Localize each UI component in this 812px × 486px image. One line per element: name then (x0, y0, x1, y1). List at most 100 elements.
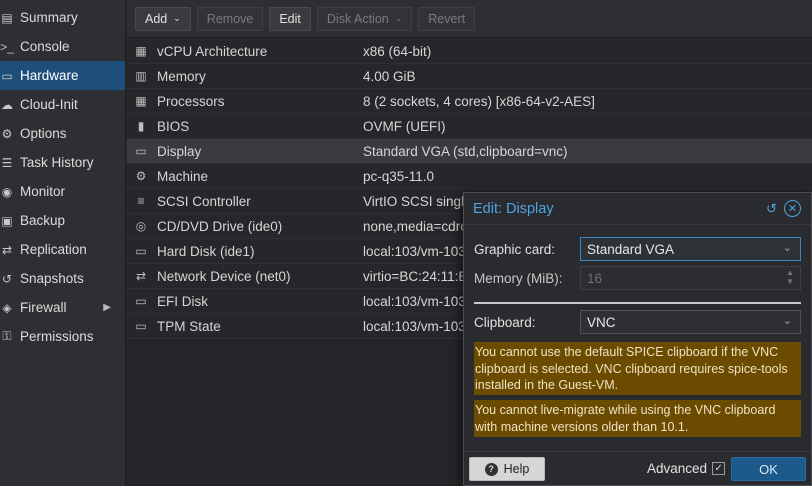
sidebar-item-backup[interactable]: ▣ Backup (0, 206, 125, 235)
sidebar-item-label: Console (20, 39, 70, 54)
advanced-toggle[interactable]: Advanced ✓ (647, 461, 726, 476)
hardware-name: Network Device (net0) (157, 268, 291, 284)
hardware-row[interactable]: ▥ Memory 4.00 GiB (127, 64, 812, 89)
chevron-down-icon[interactable]: ⌄ (783, 314, 792, 327)
memory-icon: ▥ (135, 69, 147, 83)
reset-icon[interactable]: ↺ (763, 200, 780, 217)
edit-button[interactable]: Edit (269, 6, 311, 31)
eye-icon: ◉ (1, 184, 13, 199)
sidebar-item-label: Snapshots (20, 271, 84, 286)
hardware-value: x86 (64-bit) (363, 43, 432, 59)
sidebar-item-label: Cloud-Init (20, 97, 78, 112)
harddisk-icon: ▭ (135, 244, 147, 258)
memory-label: Memory (MiB): (474, 270, 563, 286)
sidebar-item-options[interactable]: ⚙ Options (0, 119, 125, 148)
revert-button[interactable]: Revert (418, 6, 476, 31)
graphic-card-row: Graphic card: Standard VGA ⌄ (474, 237, 801, 261)
hardware-name: TPM State (157, 318, 221, 334)
graphic-card-select[interactable]: Standard VGA ⌄ (580, 237, 801, 261)
desktop-icon: ▭ (135, 144, 147, 158)
hardware-name: Memory (157, 68, 206, 84)
spice-clipboard-warning: You cannot use the default SPICE clipboa… (474, 342, 801, 395)
graphic-card-value: Standard VGA (587, 241, 675, 257)
sidebar-item-label: Monitor (20, 184, 66, 199)
sidebar-item-firewall[interactable]: ◈ Firewall ▶ (0, 293, 125, 322)
sidebar-item-label: Task History (20, 155, 94, 170)
expand-arrow-icon[interactable]: ▶ (103, 302, 111, 313)
cpu-icon: ▦ (135, 94, 147, 108)
sidebar-item-replication[interactable]: ⇄ Replication (0, 235, 125, 264)
sidebar-item-task-history[interactable]: ☰ Task History (0, 148, 125, 177)
dialog-title: Edit: Display (473, 200, 554, 217)
disk-action-button[interactable]: Disk Action ⌄ (316, 6, 413, 31)
hardware-row[interactable]: ▮ BIOS OVMF (UEFI) (127, 114, 812, 139)
graphic-card-label: Graphic card: (474, 241, 556, 257)
spinner-icon: ▲ ▼ (786, 268, 794, 286)
hardware-row[interactable]: ⚙ Machine pc-q35-11.0 (127, 164, 812, 189)
hardware-name: vCPU Architecture (157, 43, 268, 59)
sidebar-item-summary[interactable]: ▤ Summary (0, 3, 125, 32)
hardware-row[interactable]: ▦ Processors 8 (2 sockets, 4 cores) [x86-6… (127, 89, 812, 114)
question-icon: ? (484, 462, 498, 476)
hardware-toolbar: Add ⌄ Remove Edit Disk Action ⌄ Revert (127, 0, 812, 38)
sidebar-item-permissions[interactable]: ⚿ Permissions (0, 322, 125, 351)
clipboard-label: Clipboard: (474, 314, 536, 330)
cpu-icon: ▦ (135, 44, 147, 58)
disk-action-label: Disk Action (326, 11, 389, 26)
harddisk-icon: ▭ (135, 319, 147, 333)
summary-icon: ▤ (1, 10, 13, 25)
sidebar-item-monitor[interactable]: ◉ Monitor (0, 177, 125, 206)
replication-icon: ⇄ (1, 242, 13, 257)
remove-button[interactable]: Remove (196, 6, 264, 31)
cloud-icon: ☁ (1, 97, 13, 112)
floppy-icon: ▣ (1, 213, 13, 228)
memory-spinner[interactable]: 16 ▲ ▼ (580, 266, 801, 290)
chevron-down-icon[interactable]: ⌄ (783, 241, 792, 254)
console-icon: >_ (0, 39, 14, 54)
advanced-checkbox[interactable]: ✓ (712, 462, 726, 475)
hardware-name: CD/DVD Drive (ide0) (157, 218, 283, 234)
advanced-label: Advanced (647, 461, 708, 476)
memory-value: 16 (587, 270, 603, 286)
add-button[interactable]: Add ⌄ (135, 6, 191, 31)
hardware-value: VirtIO SCSI single (363, 193, 472, 209)
sidebar-item-console[interactable]: >_ Console (0, 32, 125, 61)
dialog-header: Edit: Display ↺ ✕ (464, 193, 811, 225)
edit-button-label: Edit (279, 11, 301, 26)
remove-button-label: Remove (206, 11, 254, 26)
dialog-footer: ? Help Advanced ✓ OK (464, 451, 811, 485)
hardware-name: EFI Disk (157, 293, 209, 309)
sidebar-item-snapshots[interactable]: ↺ Snapshots (0, 264, 125, 293)
sidebar-item-label: Summary (20, 10, 78, 25)
shield-icon: ◈ (2, 300, 12, 315)
hardware-row[interactable]: ▦ vCPU Architecture x86 (64-bit) (127, 39, 812, 64)
chevron-down-icon: ⌄ (394, 13, 403, 23)
spin-down-icon: ▼ (786, 277, 794, 286)
monitor-icon: ▭ (1, 68, 13, 83)
clipboard-value: VNC (587, 314, 616, 330)
hardware-value: pc-q35-11.0 (363, 168, 435, 184)
ok-button[interactable]: OK (731, 457, 806, 481)
sidebar-item-label: Firewall (20, 300, 67, 315)
hardware-value: none,media=cdrom (363, 218, 479, 234)
hardware-name: Hard Disk (ide1) (157, 243, 255, 259)
clipboard-select[interactable]: VNC ⌄ (580, 310, 801, 334)
hardware-name: Processors (157, 93, 225, 109)
list-icon: ☰ (1, 155, 13, 170)
hardware-name: SCSI Controller (157, 193, 251, 209)
sidebar-item-label: Options (20, 126, 67, 141)
help-button[interactable]: ? Help (469, 457, 545, 481)
sidebar-item-label: Permissions (20, 329, 94, 344)
unlock-icon: ⚿ (2, 329, 12, 343)
sidebar-item-cloud-init[interactable]: ☁ Cloud-Init (0, 90, 125, 119)
hardware-value: 4.00 GiB (363, 68, 416, 84)
sidebar: ▤ Summary >_ Console ▭ Hardware ☁ Cloud-Init ⚙ Op… (0, 0, 126, 486)
close-icon[interactable]: ✕ (784, 200, 801, 217)
sidebar-item-label: Replication (20, 242, 87, 257)
nav-list: ▤ Summary >_ Console ▭ Hardware ☁ Cloud-Init ⚙ Op… (0, 0, 125, 351)
help-button-label: Help (503, 462, 530, 476)
exchange-icon: ⇄ (135, 269, 147, 283)
chip-icon: ▮ (137, 119, 145, 133)
sidebar-item-hardware[interactable]: ▭ Hardware (0, 61, 125, 90)
hardware-row[interactable]: ▭ Display Standard VGA (std,clipboard=vnc) (127, 139, 812, 164)
